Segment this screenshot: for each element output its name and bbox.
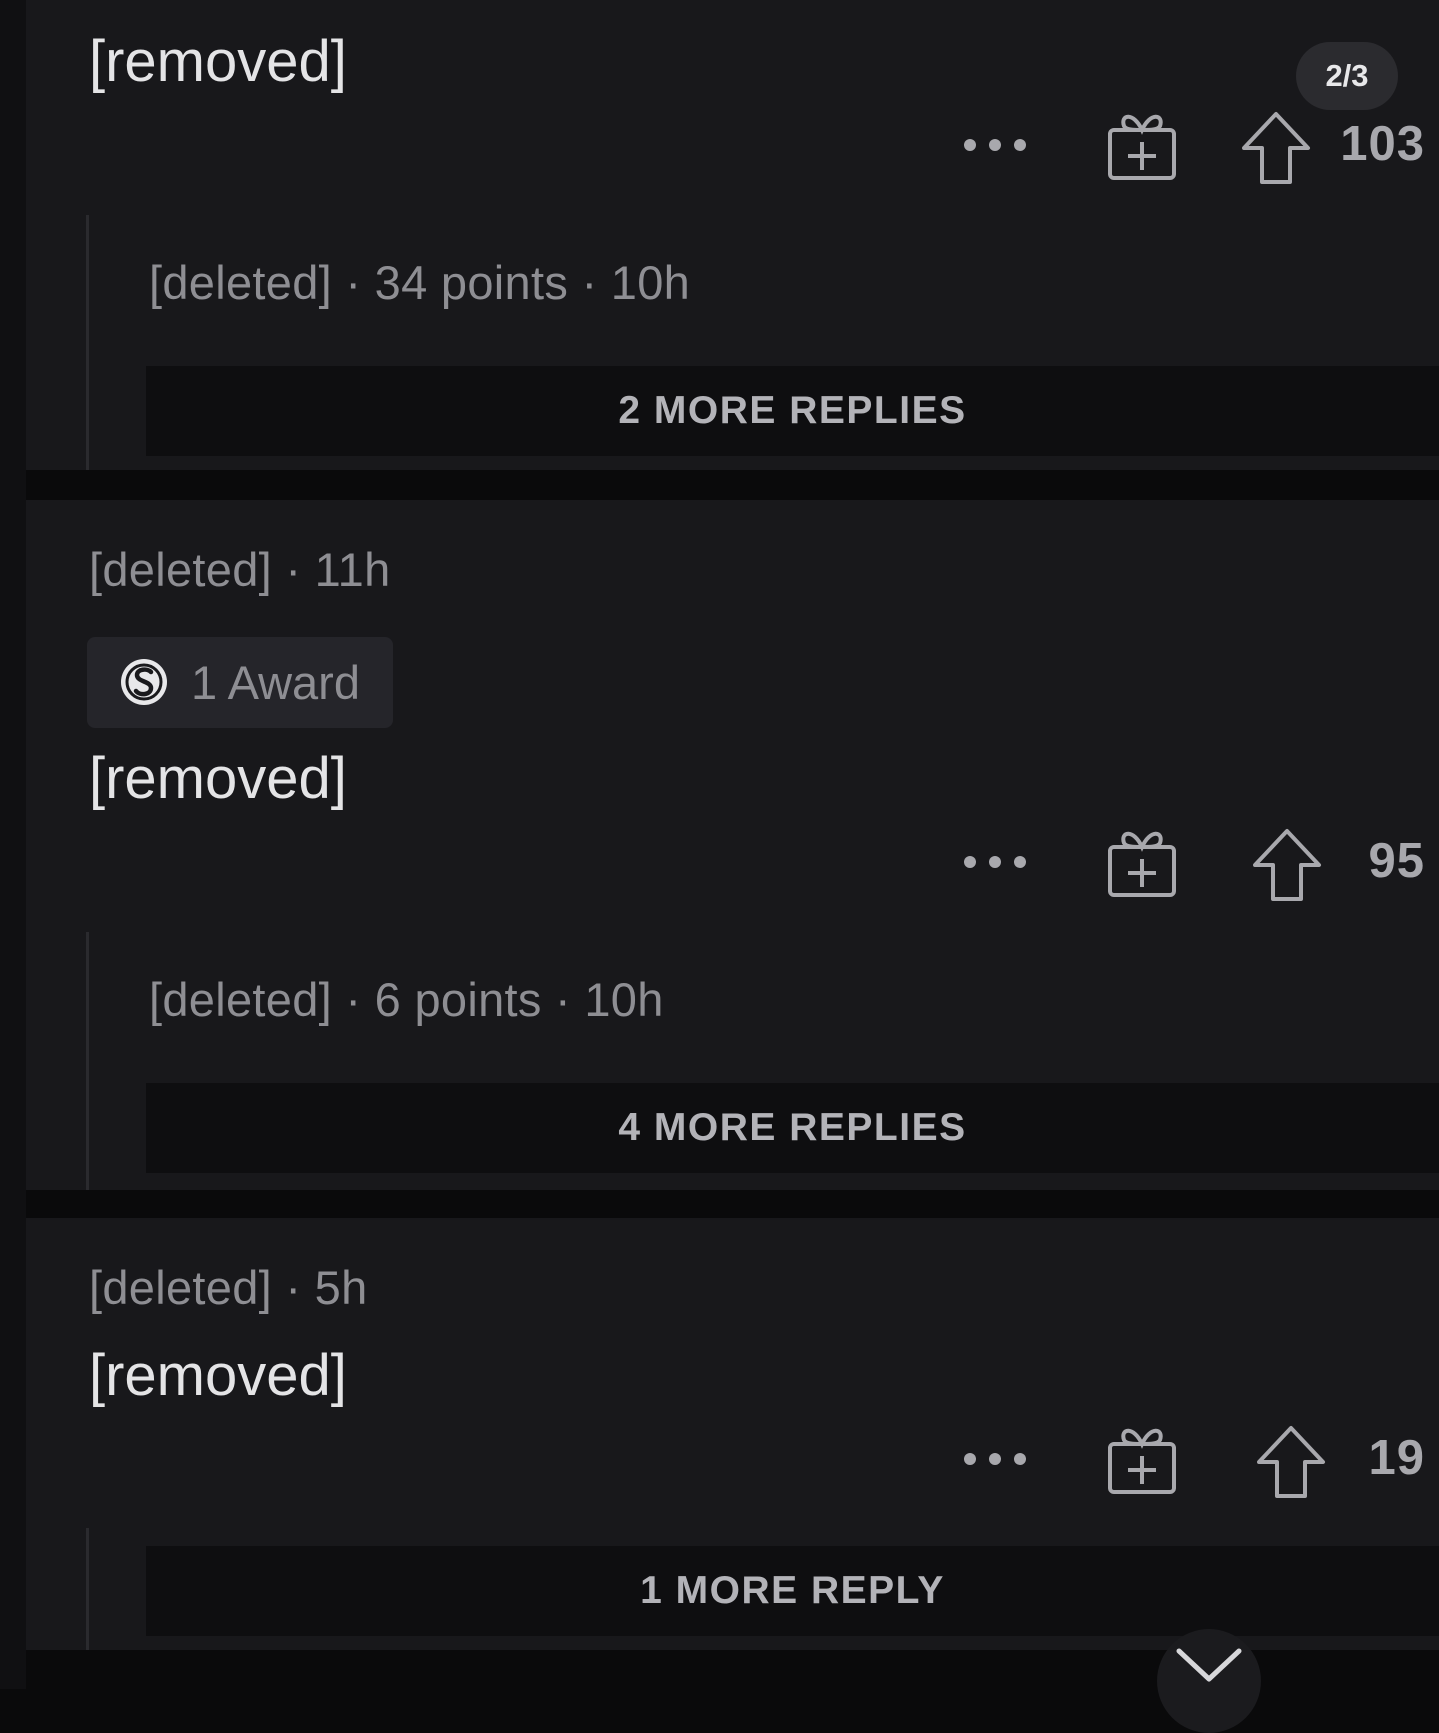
thread-line	[86, 932, 89, 1190]
upvote-arrow-icon[interactable]	[1240, 110, 1312, 186]
comment-meta: [deleted] · 5h	[89, 1261, 368, 1314]
gift-award-icon[interactable]	[1104, 1422, 1180, 1498]
chevron-down-icon	[1176, 1648, 1242, 1682]
comment-1: [removed] 103 [deleted] · 34 points · 10…	[26, 0, 1439, 470]
vote-count: 19	[1368, 1431, 1425, 1485]
gift-award-icon[interactable]	[1104, 108, 1180, 184]
comment-body: [removed]	[89, 746, 347, 811]
reply-meta: [deleted] · 6 points · 10h	[149, 973, 664, 1026]
more-options-icon[interactable]	[962, 132, 1028, 158]
more-options-icon[interactable]	[962, 849, 1028, 875]
more-options-icon[interactable]	[962, 1446, 1028, 1472]
vote-count: 103	[1340, 117, 1425, 171]
more-replies-button[interactable]: 2 MORE REPLIES	[146, 366, 1439, 456]
comment-actions: 103	[26, 108, 1439, 188]
comment-2: [deleted] · 11h 1 Award [removed] 95 [de…	[26, 500, 1439, 1190]
more-replies-button[interactable]: 1 MORE REPLY	[146, 1546, 1439, 1636]
upvote-arrow-icon[interactable]	[1251, 827, 1323, 903]
silver-award-icon	[121, 659, 167, 705]
comment-meta: [deleted] · 11h	[89, 543, 391, 596]
thread-line	[86, 1528, 89, 1650]
comment-3: [deleted] · 5h [removed] 19 1 MORE REPLY	[26, 1218, 1439, 1650]
comment-body: [removed]	[89, 29, 347, 94]
upvote-arrow-icon[interactable]	[1255, 1424, 1327, 1500]
award-chip[interactable]: 1 Award	[87, 637, 393, 728]
thread-line	[86, 215, 89, 470]
gift-award-icon[interactable]	[1104, 825, 1180, 901]
reply-meta: [deleted] · 34 points · 10h	[149, 256, 691, 309]
page-indicator: 2/3	[1296, 42, 1398, 110]
left-edge-strip	[0, 0, 26, 1689]
award-label: 1 Award	[191, 656, 360, 709]
more-replies-button[interactable]: 4 MORE REPLIES	[146, 1083, 1439, 1173]
comment-actions: 19	[26, 1422, 1439, 1502]
scroll-down-button[interactable]	[1157, 1629, 1261, 1733]
comment-actions: 95	[26, 825, 1439, 905]
vote-count: 95	[1368, 834, 1425, 888]
comment-body: [removed]	[89, 1343, 347, 1408]
